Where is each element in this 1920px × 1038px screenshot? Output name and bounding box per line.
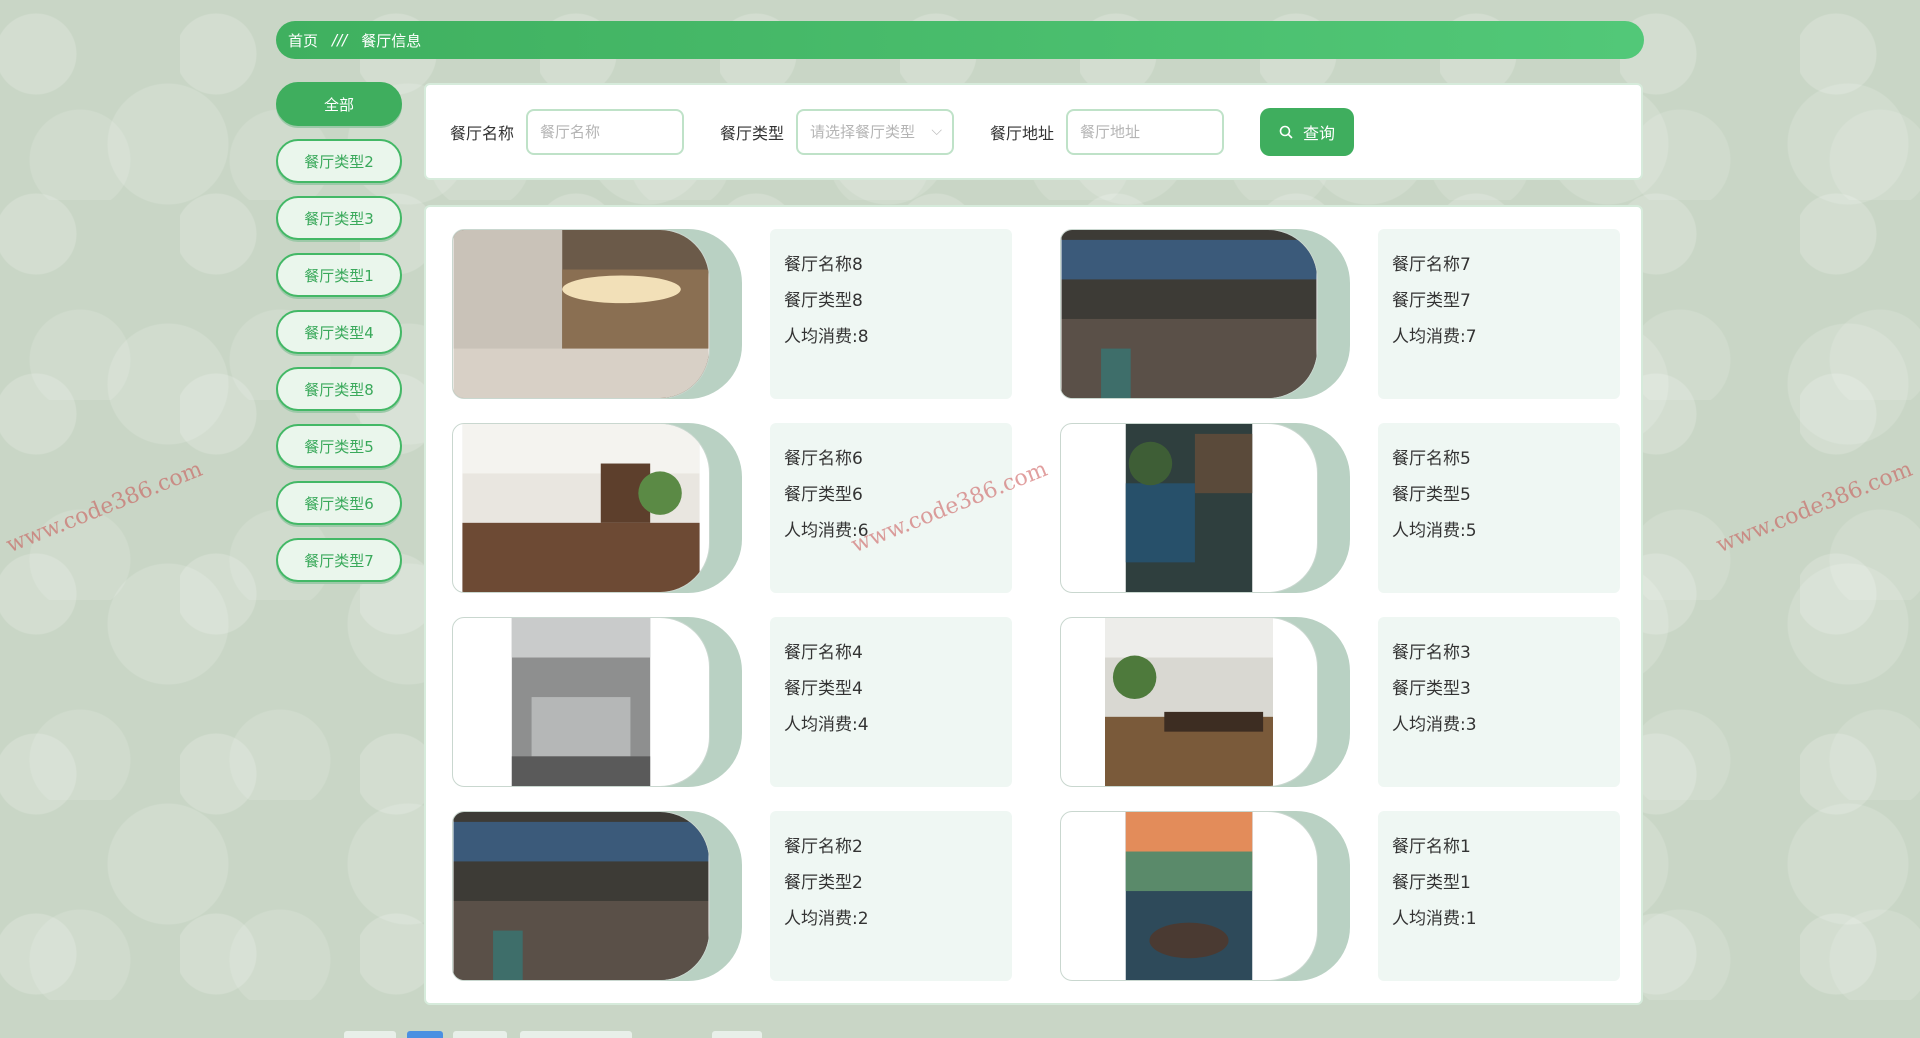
restaurant-info: 餐厅名称4 餐厅类型4 人均消费:4 bbox=[770, 617, 1012, 787]
category-type7-button[interactable]: 餐厅类型7 bbox=[276, 538, 402, 582]
restaurant-image bbox=[1125, 424, 1253, 592]
restaurant-info: 餐厅名称3 餐厅类型3 人均消费:3 bbox=[1378, 617, 1620, 787]
restaurant-name: 餐厅名称2 bbox=[784, 837, 863, 857]
restaurant-type: 餐厅类型8 bbox=[784, 291, 863, 311]
restaurant-card[interactable]: 餐厅名称1 餐厅类型1 人均消费:1 bbox=[1060, 811, 1643, 981]
restaurant-spend: 人均消费:4 bbox=[784, 715, 869, 735]
watermark: www.code386.com bbox=[1712, 456, 1917, 559]
name-input[interactable]: 餐厅名称 bbox=[526, 108, 685, 155]
restaurant-photo[interactable] bbox=[452, 617, 710, 787]
category-type4-button[interactable]: 餐厅类型4 bbox=[276, 310, 402, 354]
restaurant-spend: 人均消费:2 bbox=[784, 909, 869, 929]
restaurant-name: 餐厅名称1 bbox=[1392, 837, 1471, 857]
restaurant-image bbox=[1125, 812, 1253, 980]
restaurant-image bbox=[1105, 618, 1273, 786]
pager-item[interactable] bbox=[344, 1031, 396, 1038]
category-type1-button[interactable]: 餐厅类型1 bbox=[276, 253, 402, 297]
restaurant-spend: 人均消费:5 bbox=[1392, 521, 1477, 541]
restaurant-image bbox=[511, 618, 651, 786]
restaurant-photo[interactable] bbox=[1060, 229, 1318, 399]
restaurant-spend: 人均消费:3 bbox=[1392, 715, 1477, 735]
restaurant-card[interactable]: 餐厅名称5 餐厅类型5 人均消费:5 bbox=[1060, 423, 1643, 593]
breadcrumb: 首页 /// 餐厅信息 bbox=[276, 21, 1644, 59]
restaurant-name: 餐厅名称3 bbox=[1392, 643, 1471, 663]
restaurant-info: 餐厅名称8 餐厅类型8 人均消费:8 bbox=[770, 229, 1012, 399]
restaurant-photo[interactable] bbox=[452, 811, 710, 981]
restaurant-type: 餐厅类型2 bbox=[784, 873, 863, 893]
pager-item[interactable] bbox=[520, 1031, 632, 1038]
restaurant-photo[interactable] bbox=[452, 423, 710, 593]
restaurant-type: 餐厅类型5 bbox=[1392, 485, 1471, 505]
restaurant-card[interactable]: 餐厅名称7 餐厅类型7 人均消费:7 bbox=[1060, 229, 1643, 399]
chevron-down-icon: ⌵ bbox=[931, 122, 943, 139]
category-all-button[interactable]: 全部 bbox=[276, 82, 402, 126]
restaurant-card[interactable]: 餐厅名称4 餐厅类型4 人均消费:4 bbox=[452, 617, 1035, 787]
address-input[interactable]: 餐厅地址 bbox=[1066, 108, 1225, 155]
restaurant-type: 餐厅类型1 bbox=[1392, 873, 1471, 893]
category-type3-button[interactable]: 餐厅类型3 bbox=[276, 196, 402, 240]
type-select[interactable]: 请选择餐厅类型 ⌵ bbox=[796, 108, 955, 155]
restaurant-card[interactable]: 餐厅名称8 餐厅类型8 人均消费:8 bbox=[452, 229, 1035, 399]
category-type6-button[interactable]: 餐厅类型6 bbox=[276, 481, 402, 525]
restaurant-photo[interactable] bbox=[1060, 617, 1318, 787]
restaurant-image bbox=[1061, 230, 1317, 398]
restaurant-image bbox=[462, 424, 700, 592]
restaurant-card[interactable]: 餐厅名称3 餐厅类型3 人均消费:3 bbox=[1060, 617, 1643, 787]
name-label: 餐厅名称 bbox=[450, 123, 515, 143]
pager-item[interactable] bbox=[712, 1031, 762, 1038]
restaurant-spend: 人均消费:7 bbox=[1392, 327, 1477, 347]
restaurant-name: 餐厅名称6 bbox=[784, 449, 863, 469]
restaurant-type: 餐厅类型3 bbox=[1392, 679, 1471, 699]
restaurant-info: 餐厅名称7 餐厅类型7 人均消费:7 bbox=[1378, 229, 1620, 399]
restaurant-card[interactable]: 餐厅名称2 餐厅类型2 人均消费:2 bbox=[452, 811, 1035, 981]
restaurant-name: 餐厅名称7 bbox=[1392, 255, 1471, 275]
restaurant-name: 餐厅名称4 bbox=[784, 643, 863, 663]
restaurant-list: 餐厅名称8 餐厅类型8 人均消费:8 餐厅名称7 餐厅类型7 人均消费:7 餐厅… bbox=[424, 205, 1643, 1005]
category-sidebar: 全部 餐厅类型2 餐厅类型3 餐厅类型1 餐厅类型4 餐厅类型8 餐厅类型5 餐… bbox=[276, 82, 402, 595]
restaurant-type: 餐厅类型4 bbox=[784, 679, 863, 699]
search-panel: 餐厅名称 餐厅名称 餐厅类型 请选择餐厅类型 ⌵ 餐厅地址 餐厅地址 查询 bbox=[424, 83, 1643, 180]
restaurant-name: 餐厅名称5 bbox=[1392, 449, 1471, 469]
search-button[interactable]: 查询 bbox=[1260, 107, 1355, 156]
type-select-placeholder: 请选择餐厅类型 bbox=[810, 123, 916, 141]
breadcrumb-home[interactable]: 首页 bbox=[288, 30, 318, 51]
category-type2-button[interactable]: 餐厅类型2 bbox=[276, 139, 402, 183]
category-type5-button[interactable]: 餐厅类型5 bbox=[276, 424, 402, 468]
search-icon bbox=[1279, 125, 1293, 139]
restaurant-photo[interactable] bbox=[1060, 811, 1318, 981]
search-button-label: 查询 bbox=[1303, 123, 1336, 143]
restaurant-info: 餐厅名称2 餐厅类型2 人均消费:2 bbox=[770, 811, 1012, 981]
restaurant-info: 餐厅名称5 餐厅类型5 人均消费:5 bbox=[1378, 423, 1620, 593]
type-label: 餐厅类型 bbox=[720, 123, 785, 143]
breadcrumb-separator: /// bbox=[332, 31, 348, 49]
restaurant-spend: 人均消费:8 bbox=[784, 327, 869, 347]
breadcrumb-current: 餐厅信息 bbox=[361, 31, 422, 50]
pager-item[interactable] bbox=[453, 1031, 507, 1038]
restaurant-info: 餐厅名称1 餐厅类型1 人均消费:1 bbox=[1378, 811, 1620, 981]
restaurant-photo[interactable] bbox=[452, 229, 710, 399]
watermark: www.code386.com bbox=[2, 456, 207, 559]
pager-item-active[interactable] bbox=[407, 1031, 443, 1038]
category-type8-button[interactable]: 餐厅类型8 bbox=[276, 367, 402, 411]
restaurant-spend: 人均消费:1 bbox=[1392, 909, 1477, 929]
restaurant-photo[interactable] bbox=[1060, 423, 1318, 593]
restaurant-type: 餐厅类型7 bbox=[1392, 291, 1471, 311]
address-label: 餐厅地址 bbox=[990, 123, 1055, 143]
restaurant-image bbox=[453, 230, 709, 398]
restaurant-image bbox=[453, 812, 709, 980]
restaurant-name: 餐厅名称8 bbox=[784, 255, 863, 275]
